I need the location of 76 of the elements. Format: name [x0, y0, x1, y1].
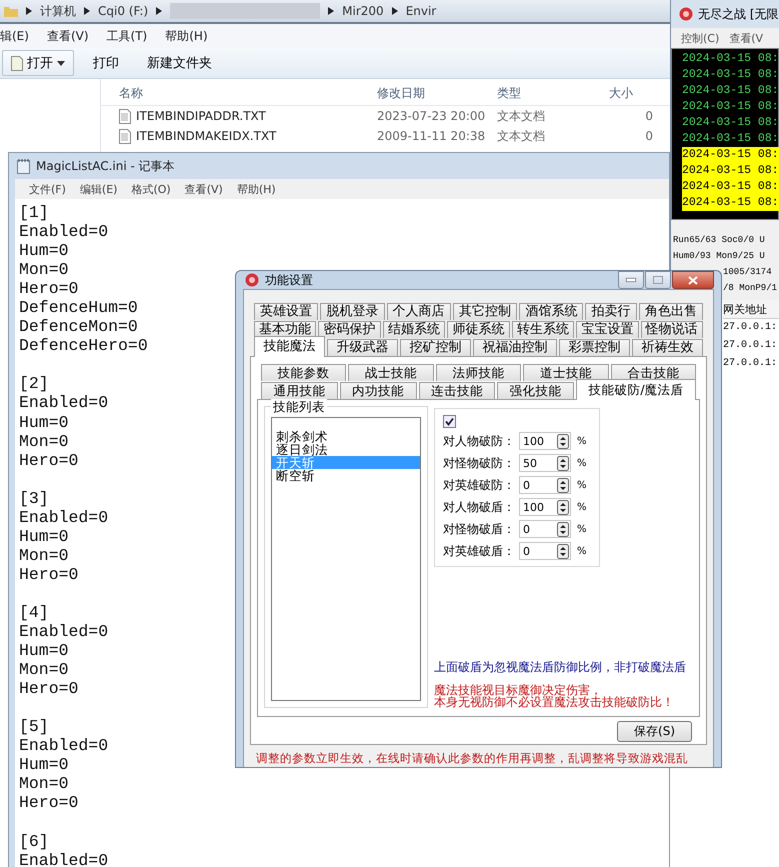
- file-date: 2009-11-11 20:38: [377, 129, 486, 143]
- unit-label: %: [577, 502, 587, 512]
- text-line: Mon=0: [19, 660, 69, 680]
- text-line: Mon=0: [19, 546, 69, 565]
- text-line: Mon=0: [19, 774, 69, 794]
- field-label: 对人物破盾：: [443, 498, 516, 516]
- text-line: Hero=0: [19, 564, 78, 584]
- text-line: Enabled=0: [19, 508, 108, 527]
- text-line: Hum=0: [19, 526, 69, 546]
- log-line: 2024-03-15 08:: [682, 67, 779, 83]
- text-line: [4]: [19, 602, 49, 622]
- text-line: DefenceHero=0: [19, 336, 148, 356]
- text-line: Mon=0: [19, 260, 69, 280]
- window-title: 无尽之战 [无限: [698, 6, 778, 22]
- text-line: [3]: [19, 488, 49, 508]
- note-text: 上面破盾为忽视魔法盾防御比例，非打破魔法盾: [434, 659, 687, 676]
- text-line: Hum=0: [19, 241, 69, 260]
- table-cell-text: 27.0.0.1:: [723, 339, 778, 353]
- unit-label: %: [577, 458, 587, 468]
- text-line: Hum=0: [19, 755, 69, 774]
- file-size: 0: [644, 109, 654, 123]
- log-line: 2024-03-15 08:: [682, 99, 779, 115]
- text-line: Enabled=0: [19, 850, 108, 867]
- file-size: 0: [644, 129, 654, 143]
- text-line: [2]: [19, 374, 49, 394]
- field-value: 100: [523, 500, 544, 514]
- text-line: Hero=0: [19, 793, 78, 812]
- unit-label: %: [577, 546, 587, 556]
- file-date: 2023-07-23 20:00: [377, 109, 486, 123]
- text-line: Hum=0: [19, 412, 69, 432]
- field-label: 对英雄破盾：: [443, 542, 516, 560]
- text-line: [5]: [19, 717, 49, 736]
- text-line: [1]: [19, 203, 49, 222]
- column-title: 网关地址: [723, 302, 767, 316]
- window-title: MagicListAC.ini - 记事本: [36, 158, 175, 174]
- file-type: 文本文档: [497, 128, 546, 144]
- text-line: Hero=0: [19, 679, 78, 698]
- text-line: Hum=0: [19, 641, 69, 660]
- field-label: 对人物破防：: [443, 432, 516, 450]
- window-title: 功能设置: [265, 272, 313, 288]
- footer-warning: 调整的参数立即生效，在线时请确认此参数的作用再调整，乱调整将导致游戏混乱: [255, 750, 689, 767]
- table-cell-text: 27.0.0.1:: [723, 321, 778, 335]
- unit-label: %: [577, 480, 587, 490]
- file-type: 文本文档: [497, 108, 546, 124]
- field-value: 0: [523, 544, 530, 558]
- field-label: 对怪物破防：: [443, 454, 516, 472]
- field-value: 0: [523, 522, 530, 536]
- text-line: Hero=0: [19, 279, 78, 298]
- unit-label: %: [577, 524, 587, 534]
- status-text: 1005/3174: [723, 266, 772, 279]
- status-text: Run65/63 Soc0/0 U: [673, 234, 765, 247]
- text-line: DefenceHum=0: [19, 298, 138, 318]
- log-line: 2024-03-15 08:: [682, 115, 779, 131]
- log-line: 2024-03-15 08:: [682, 131, 779, 147]
- group-title: 技能列表: [271, 399, 327, 416]
- table-cell-text: 27.0.0.1:: [723, 357, 778, 371]
- field-label: 对英雄破防：: [443, 476, 516, 494]
- text-line: Enabled=0: [19, 736, 108, 756]
- text-line: Enabled=0: [19, 222, 108, 242]
- field-label: 对怪物破盾：: [443, 520, 516, 538]
- log-line: 2024-03-15 08:: [682, 83, 779, 99]
- text-line: Enabled=0: [19, 393, 108, 413]
- field-value: 50: [523, 456, 537, 470]
- unit-label: %: [577, 436, 587, 446]
- note-text: 魔法技能视目标魔御决定伤害，: [434, 684, 602, 696]
- text-line: Mon=0: [19, 432, 69, 451]
- note-text: 本身无视防御不必设置魔法攻击技能破防比！: [434, 696, 675, 708]
- status-text: /8 MonP9/1: [723, 282, 778, 295]
- status-text: Hum0/93 Mon9/25 U: [673, 250, 765, 263]
- text-line: DefenceMon=0: [19, 317, 138, 336]
- field-value: 0: [523, 478, 530, 492]
- text-line: Enabled=0: [19, 622, 108, 642]
- field-value: 100: [523, 434, 544, 448]
- text-line: Hero=0: [19, 450, 78, 470]
- text-line: [6]: [19, 832, 49, 851]
- log-line: 2024-03-15 08:: [682, 51, 779, 67]
